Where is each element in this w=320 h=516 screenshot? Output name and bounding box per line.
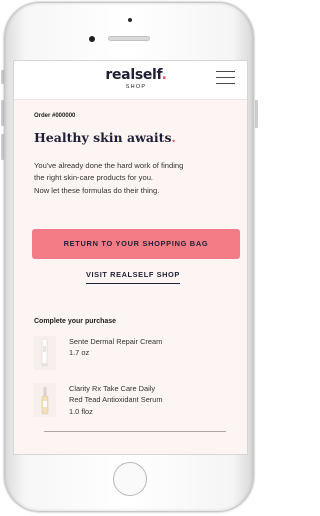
product-size: 1.0 floz bbox=[69, 407, 93, 416]
visit-shop-link[interactable]: VISIT REALSELF SHOP bbox=[86, 270, 180, 284]
phone-screen: realself. SHOP Order #000000 Healthy ski… bbox=[13, 60, 248, 455]
home-button[interactable] bbox=[113, 462, 147, 496]
side-button bbox=[255, 100, 258, 128]
earpiece-speaker bbox=[108, 36, 150, 41]
product-image[interactable] bbox=[34, 383, 56, 417]
hamburger-icon[interactable] bbox=[216, 71, 235, 85]
logo-dot: . bbox=[161, 67, 167, 83]
serum-bottle-icon bbox=[41, 387, 49, 415]
headline-text: Healthy skin awaits bbox=[34, 130, 172, 145]
logo-text: realself bbox=[105, 67, 162, 83]
intro-paragraph: You've already done the hard work of fin… bbox=[34, 160, 239, 197]
headline-dot: . bbox=[171, 130, 176, 145]
product-name-line: Clarity Rx Take Care Daily bbox=[69, 384, 156, 393]
cream-tube-icon bbox=[41, 338, 48, 367]
return-to-bag-button[interactable]: RETURN TO YOUR SHOPPING BAG bbox=[32, 229, 240, 259]
product-item[interactable]: Clarity Rx Take Care Daily Red Tead Anti… bbox=[34, 383, 234, 421]
page: realself. SHOP Order #000000 Healthy ski… bbox=[0, 0, 259, 516]
logo-subtitle: SHOP bbox=[125, 84, 147, 90]
divider bbox=[44, 431, 226, 432]
intro-line: You've already done the hard work of fin… bbox=[34, 161, 184, 170]
product-name[interactable]: Sente Dermal Repair Cream bbox=[69, 336, 162, 347]
camera-dot bbox=[128, 18, 132, 22]
page-headline: Healthy skin awaits. bbox=[34, 130, 176, 145]
order-number: Order #000000 bbox=[34, 113, 76, 119]
logo-wordmark: realself. bbox=[105, 67, 167, 83]
product-size: 1.7 oz bbox=[69, 348, 90, 357]
product-name[interactable]: Clarity Rx Take Care Daily Red Tead Anti… bbox=[69, 383, 163, 405]
complete-purchase-title: Complete your purchase bbox=[34, 318, 117, 325]
product-image[interactable] bbox=[34, 336, 56, 370]
intro-line: the right skin-care products for you. bbox=[34, 173, 154, 183]
realself-shop-logo[interactable]: realself. SHOP bbox=[105, 67, 167, 91]
front-camera bbox=[89, 36, 95, 42]
product-item[interactable]: Sente Dermal Repair Cream 1.7 oz bbox=[34, 336, 234, 372]
site-header: realself. SHOP bbox=[14, 61, 247, 100]
product-name-line: Red Tead Antioxidant Serum bbox=[69, 395, 163, 404]
intro-line: Now let these formulas do their thing. bbox=[34, 185, 160, 195]
